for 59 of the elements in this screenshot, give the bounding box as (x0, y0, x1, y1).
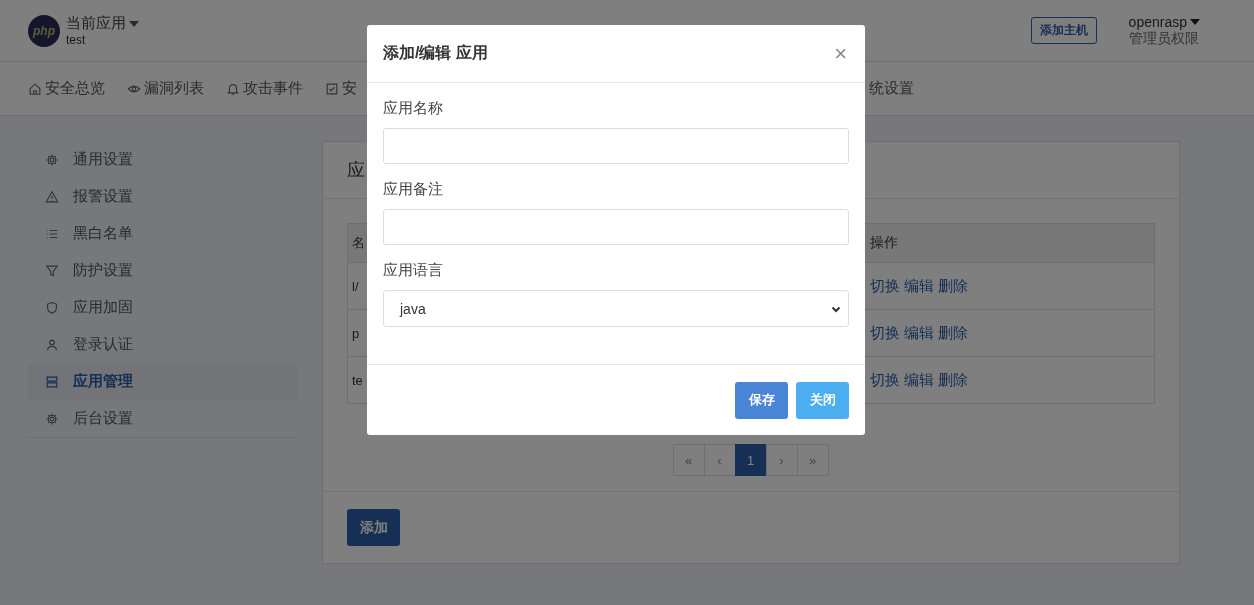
home-icon (28, 81, 42, 96)
user-menu[interactable]: openrasp (1128, 13, 1200, 30)
table-cell: l/ (352, 278, 359, 294)
field-label: 应用备注 (383, 180, 444, 199)
page-button[interactable]: « (672, 444, 705, 476)
sidebar-item[interactable]: 防护设置 (28, 252, 298, 289)
card-title: 应 (347, 159, 365, 182)
filter-icon (45, 263, 59, 278)
table-header: 名 (352, 234, 365, 252)
action-link[interactable]: 切换 (870, 323, 900, 343)
action-link[interactable]: 编辑 (904, 276, 934, 296)
input-field[interactable] (383, 209, 849, 245)
modal-title: 添加/编辑 应用 (383, 43, 488, 63)
user-icon (45, 337, 59, 352)
page-button[interactable]: » (796, 444, 829, 476)
page-button[interactable]: › (765, 444, 798, 476)
close-button[interactable]: × (832, 42, 849, 65)
action-link[interactable]: 删除 (938, 276, 968, 296)
sidebar-item[interactable]: 应用管理 (28, 363, 298, 400)
page-button[interactable]: 1 (734, 444, 767, 476)
gear-icon (45, 152, 59, 167)
php-logo: php (28, 14, 60, 47)
nav-link[interactable]: 漏洞列表 (127, 79, 204, 98)
field-label: 应用语言 (383, 261, 444, 280)
action-link[interactable]: 编辑 (904, 370, 934, 390)
select-field[interactable]: java (383, 290, 849, 327)
action-link[interactable]: 切换 (870, 370, 900, 390)
app-name: test (66, 33, 87, 47)
nav-link[interactable]: 攻击事件 (226, 79, 303, 98)
dialog-button[interactable]: 关闭 (796, 381, 849, 419)
table-cell: te (352, 372, 363, 388)
nav-link[interactable]: 安全总览 (28, 79, 105, 98)
nav-link[interactable]: 统设置 (869, 79, 914, 98)
sidebar-item[interactable]: 报警设置 (28, 178, 298, 215)
action-link[interactable]: 删除 (938, 323, 968, 343)
app-switcher[interactable]: 当前应用 (66, 14, 139, 33)
nav-link[interactable]: 安 (325, 79, 357, 98)
gear-icon (45, 411, 59, 426)
dialog-button[interactable]: 保存 (735, 381, 788, 419)
sidebar-item[interactable]: 黑白名单 (28, 215, 298, 252)
server-icon (45, 374, 59, 389)
add-button[interactable]: 添加 (347, 509, 400, 546)
user-role: 管理员权限 (1128, 29, 1200, 48)
sidebar-item[interactable]: 应用加固 (28, 289, 298, 326)
add-host-button[interactable]: 添加主机 (1030, 17, 1097, 44)
sidebar-item[interactable]: 登录认证 (28, 326, 298, 363)
action-link[interactable]: 删除 (938, 370, 968, 390)
field-label: 应用名称 (383, 99, 444, 118)
table-header: 操作 (870, 234, 898, 252)
shield-icon (45, 300, 59, 315)
table-cell: p (352, 325, 360, 341)
sidebar-item[interactable]: 后台设置 (28, 400, 298, 437)
action-link[interactable]: 编辑 (904, 323, 934, 343)
check-icon (325, 81, 339, 96)
action-link[interactable]: 切换 (870, 276, 900, 296)
input-field[interactable] (383, 128, 849, 164)
bell-icon (226, 81, 240, 96)
warn-icon (45, 189, 59, 204)
sidebar-item[interactable]: 通用设置 (28, 141, 298, 178)
